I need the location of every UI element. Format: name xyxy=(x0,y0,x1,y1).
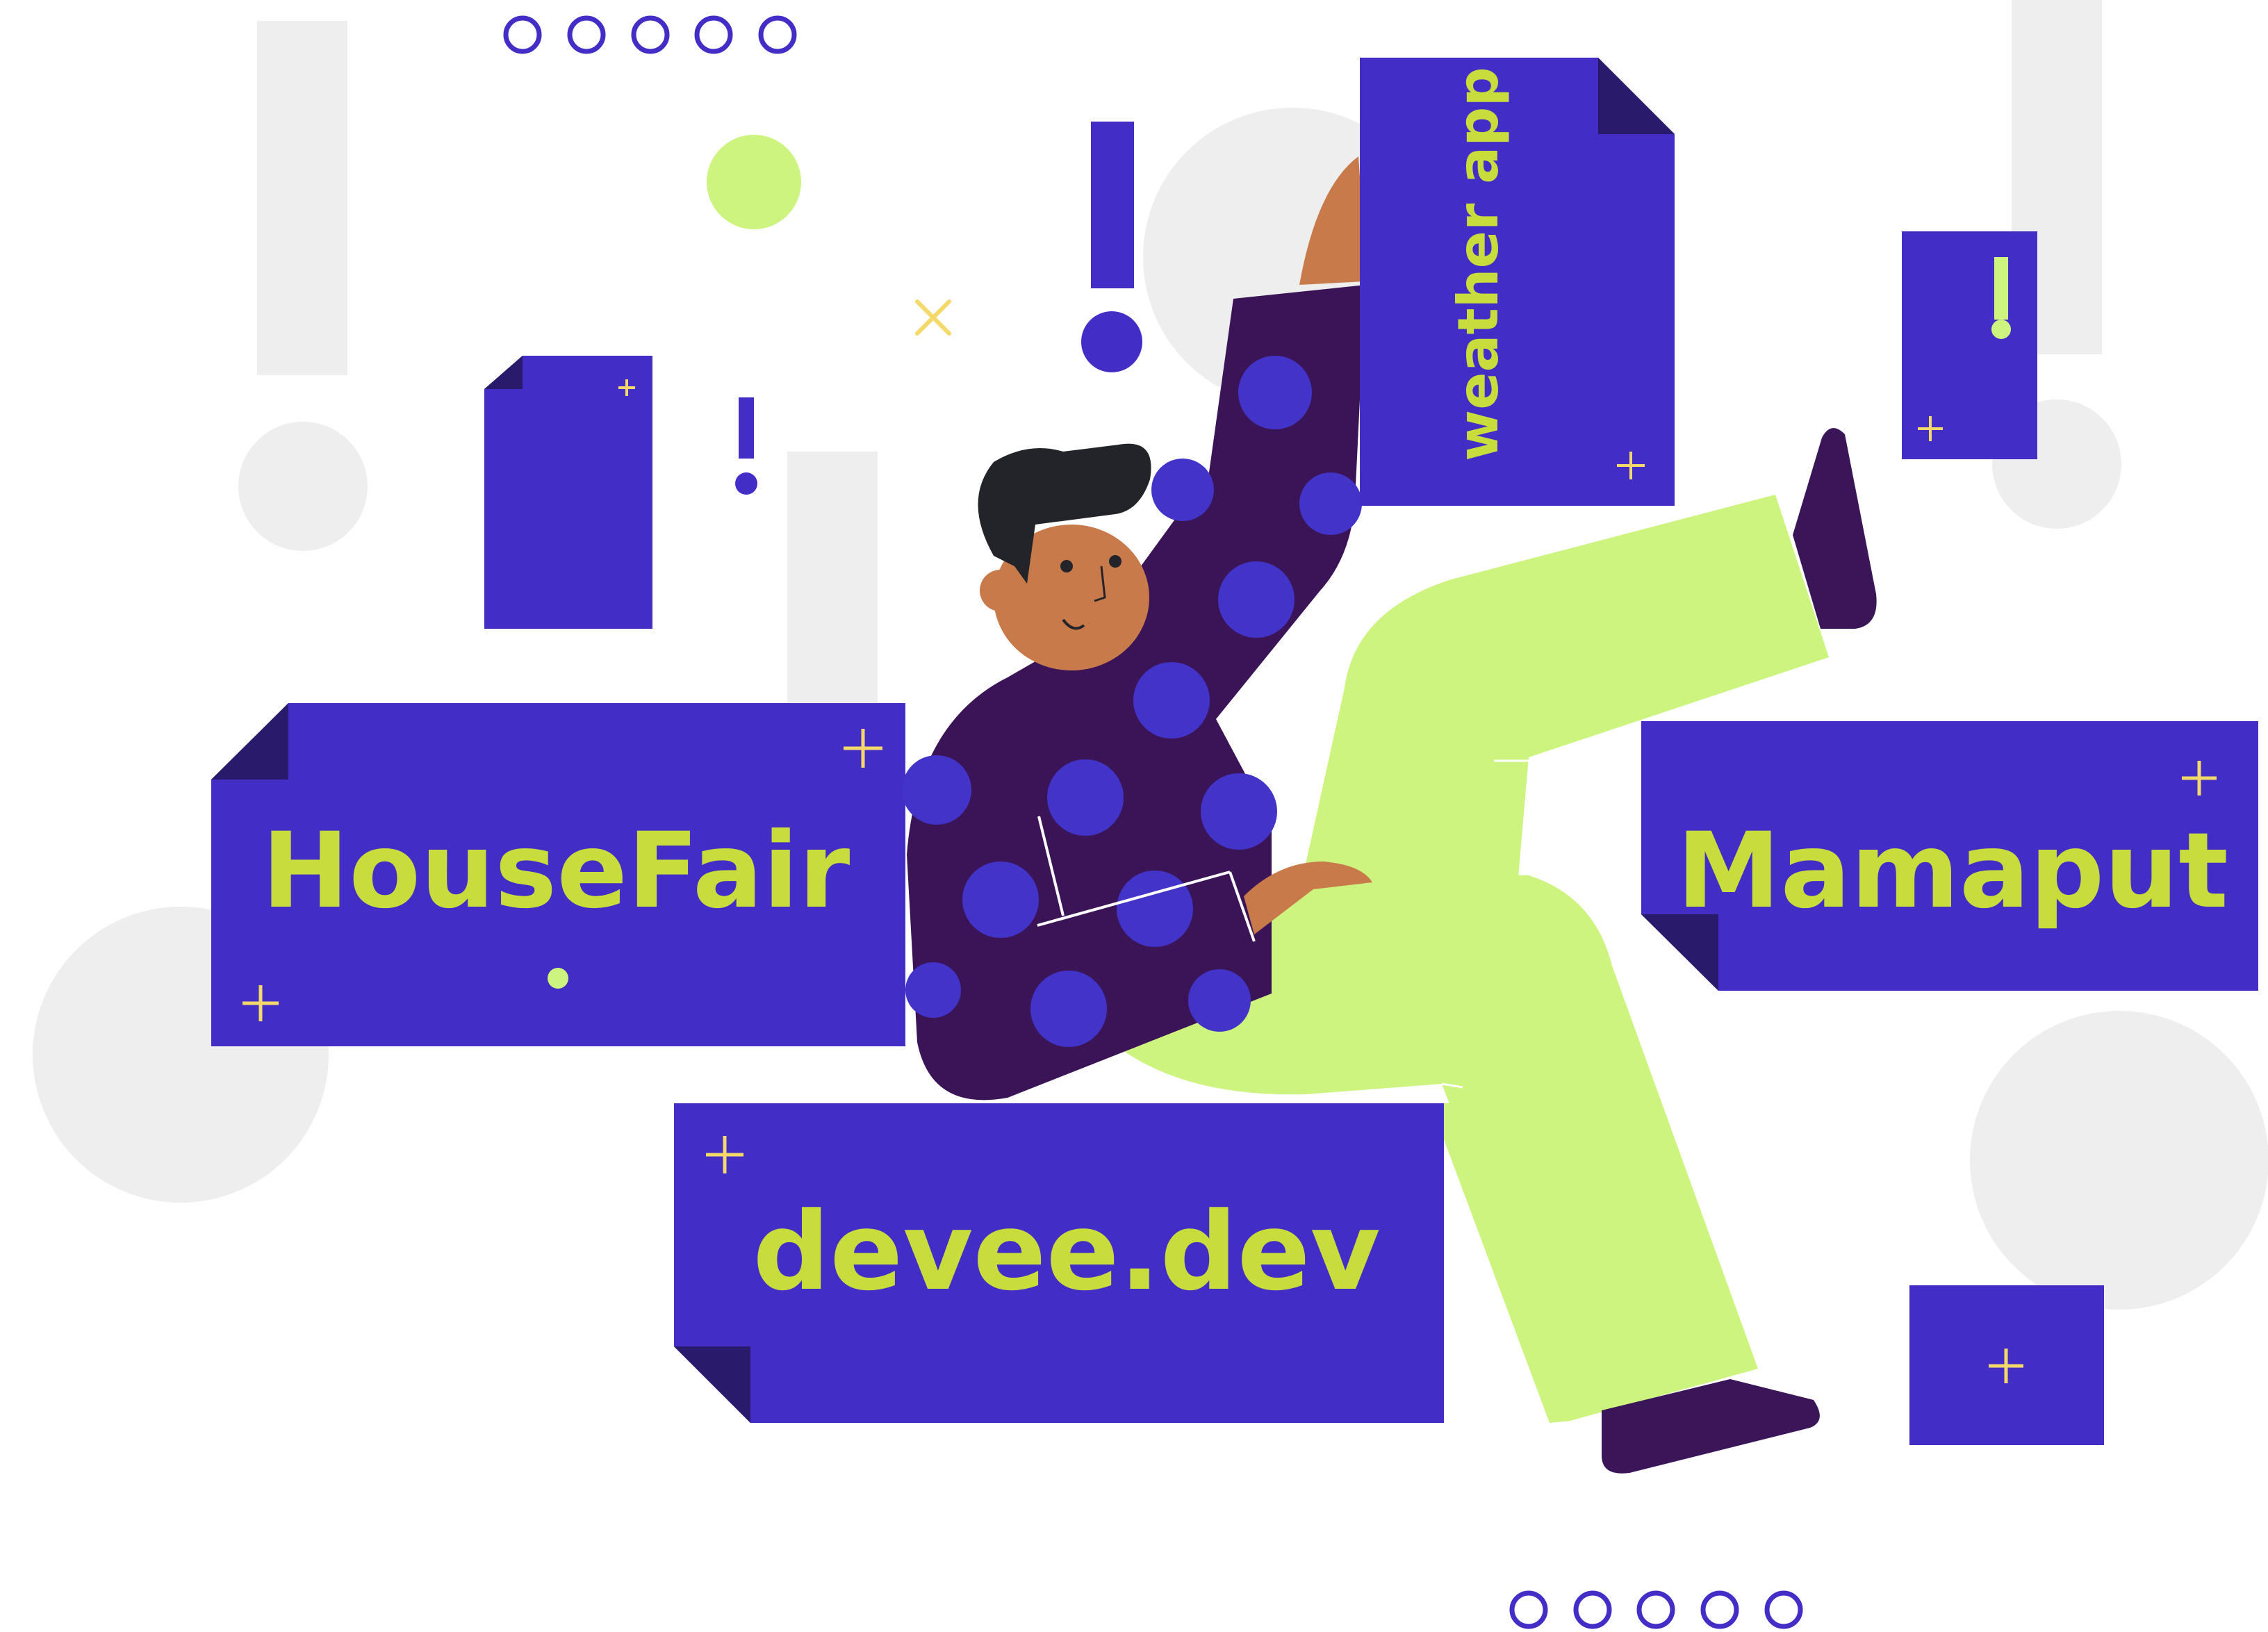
illustration: HouseFair Mamaput weather app devee.dev xyxy=(33,0,2268,1629)
devee-label: devee.dev xyxy=(753,1189,1380,1314)
lime-circle xyxy=(707,135,801,229)
devee-card: devee.dev xyxy=(674,1103,1444,1423)
weather-app-label: weather app xyxy=(1446,67,1511,461)
mamaput-card: Mamaput xyxy=(1641,721,2258,991)
exclamation-icon-lime xyxy=(1991,257,2011,339)
blank-card-left xyxy=(484,356,652,629)
lime-dot xyxy=(548,968,568,989)
housefair-label: HouseFair xyxy=(262,811,850,932)
bg-exclamation-bar-mid xyxy=(787,452,878,709)
exclamation-icon-small xyxy=(735,397,757,495)
bg-exclamation-bar-left xyxy=(257,21,347,375)
exclamation-icon-large xyxy=(1081,122,1142,372)
exclamation-card-right xyxy=(1902,231,2037,459)
eye-right xyxy=(1109,555,1121,568)
eye-left xyxy=(1060,560,1073,572)
ring-dots-bottom xyxy=(1509,1590,1803,1629)
bg-exclamation-dot-left xyxy=(238,422,368,551)
cross-icon xyxy=(915,299,951,336)
weather-app-card: weather app xyxy=(1360,58,1675,506)
bg-circle-large-right xyxy=(1970,1011,2268,1310)
ear xyxy=(980,570,1021,611)
housefair-card: HouseFair xyxy=(211,703,905,1046)
blank-card-bottom-right xyxy=(1909,1285,2104,1445)
ring-dots-top xyxy=(503,15,797,54)
mamaput-label: Mamaput xyxy=(1677,811,2228,932)
